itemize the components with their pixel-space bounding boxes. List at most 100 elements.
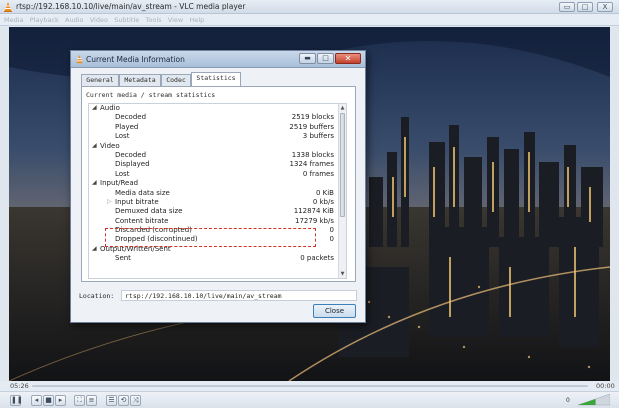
- tree-item-row[interactable]: Demuxed data size 112874 KiB: [89, 207, 340, 216]
- next-button[interactable]: ▸: [55, 395, 66, 406]
- fullscreen-button[interactable]: ⛶: [74, 395, 85, 406]
- menu-help[interactable]: Help: [189, 16, 204, 24]
- tree-row-label: Decoded: [115, 113, 147, 122]
- extended-settings-icon: ≡: [88, 396, 95, 404]
- tree-row-label: Lost: [115, 132, 130, 141]
- tree-row-label: Demuxed data size: [115, 207, 183, 216]
- tree-row-value: 17279 kb/s: [295, 216, 334, 225]
- remaining-time: 00:00: [596, 382, 615, 390]
- menu-video[interactable]: Video: [90, 16, 108, 24]
- location-field[interactable]: rtsp://192.168.10.10/live/main/av_stream: [121, 290, 357, 301]
- statistics-heading: Current media / stream statistics: [86, 91, 216, 99]
- tree-row-value: 1324 frames: [289, 160, 334, 169]
- tree-item-row[interactable]: ▷ Input bitrate 0 kb/s: [89, 198, 340, 207]
- expand-arrow-icon[interactable]: ◢: [92, 245, 97, 252]
- menu-view[interactable]: View: [168, 16, 183, 24]
- collapsed-arrow-icon[interactable]: ▷: [107, 198, 112, 205]
- tree-item-row[interactable]: Decoded 1338 blocks: [89, 151, 340, 160]
- menu-playback[interactable]: Playback: [30, 16, 59, 24]
- tree-row-value: 2519 blocks: [291, 113, 334, 122]
- tree-item-row[interactable]: Decoded 2519 blocks: [89, 113, 340, 122]
- expand-arrow-icon[interactable]: ◢: [92, 142, 97, 149]
- tree-row-value: 0 frames: [302, 169, 334, 178]
- control-bar: ❚❚ ◂ ■ ▸ ⛶ ≡ ☰ ⟲ ⤨ 0: [0, 391, 619, 408]
- playlist-button[interactable]: ☰: [106, 395, 117, 406]
- tab-metadata[interactable]: Metadata: [119, 74, 161, 86]
- stop-button[interactable]: ■: [43, 395, 54, 406]
- tree-group-row[interactable]: ◢ Input/Read: [89, 179, 340, 188]
- loop-button[interactable]: ⟲: [118, 395, 129, 406]
- tree-row-label: Media data size: [115, 188, 170, 197]
- tree-item-row[interactable]: Content bitrate 17279 kb/s: [89, 217, 340, 226]
- volume-percent: 0: [566, 397, 570, 404]
- dialog-title-bar: Current Media Information ▬ □ ✕: [71, 51, 365, 68]
- close-window-button[interactable]: X: [597, 2, 613, 12]
- tree-row-value: 0 kb/s: [312, 197, 334, 206]
- location-value: rtsp://192.168.10.10/live/main/av_stream: [125, 292, 282, 300]
- tree-row-value: 0 packets: [300, 254, 334, 263]
- pause-button[interactable]: ❚❚: [10, 395, 23, 406]
- menu-tools[interactable]: Tools: [146, 16, 162, 24]
- scroll-down-arrow-icon[interactable]: ▼: [339, 270, 346, 278]
- minimize-button[interactable]: ▭: [559, 2, 575, 12]
- tree-row-value: 0 KiB: [315, 188, 334, 197]
- tree-row-label: Audio: [100, 104, 120, 112]
- tree-row-label: Video: [100, 141, 120, 150]
- tree-row-value: 0: [329, 226, 334, 235]
- vlc-cone-icon: [4, 2, 12, 12]
- dialog-close-x-button[interactable]: ✕: [335, 53, 361, 64]
- tree-item-row[interactable]: Played 2519 buffers: [89, 123, 340, 132]
- tree-row-label: Input bitrate: [115, 197, 159, 206]
- previous-button[interactable]: ◂: [31, 395, 42, 406]
- location-label: Location:: [79, 292, 115, 300]
- previous-icon: ◂: [34, 396, 39, 404]
- title-bar: rtsp://192.168.10.10/live/main/av_stream…: [0, 0, 619, 14]
- tree-row-label: Sent: [115, 254, 131, 263]
- menu-media[interactable]: Media: [4, 16, 24, 24]
- tree-row-value: 3 buffers: [302, 132, 334, 141]
- tree-row-value: 112874 KiB: [293, 207, 334, 216]
- volume-slider[interactable]: [578, 394, 610, 406]
- seek-bar-area: 05:26 00:00: [0, 381, 619, 391]
- tree-row-label: Displayed: [115, 160, 150, 169]
- menu-audio[interactable]: Audio: [65, 16, 83, 24]
- window-title: rtsp://192.168.10.10/live/main/av_stream…: [16, 2, 246, 11]
- content-bitrate-highlight-box: [105, 228, 316, 247]
- stop-icon: ■: [45, 396, 52, 404]
- shuffle-icon: ⤨: [132, 396, 139, 404]
- tree-item-row[interactable]: Lost 3 buffers: [89, 132, 340, 141]
- tree-scrollbar[interactable]: ▲ ▼: [338, 104, 346, 278]
- playlist-icon: ☰: [108, 396, 115, 404]
- scroll-thumb[interactable]: [340, 113, 345, 217]
- tree-row-value: 1338 blocks: [291, 150, 334, 159]
- statistics-pane: Current media / stream statistics ◢ Audio…: [81, 86, 356, 282]
- tree-group-row[interactable]: ◢ Audio: [89, 104, 340, 113]
- statistics-tree[interactable]: ◢ Audio Decoded 2519 blocks Played 2519 buffe…: [88, 103, 347, 279]
- maximize-button[interactable]: □: [577, 2, 593, 12]
- tab-general[interactable]: General: [81, 74, 119, 86]
- extended-settings-button[interactable]: ≡: [86, 395, 97, 406]
- expand-arrow-icon[interactable]: ◢: [92, 179, 97, 186]
- tree-row-label: Played: [115, 122, 139, 131]
- close-button[interactable]: Close: [313, 304, 356, 318]
- shuffle-button[interactable]: ⤨: [130, 395, 141, 406]
- tree-row-value: 2519 buffers: [289, 122, 334, 131]
- elapsed-time: 05:26: [10, 382, 29, 390]
- tree-row-label: Content bitrate: [115, 216, 169, 225]
- tab-statistics[interactable]: Statistics: [191, 72, 241, 86]
- scroll-up-arrow-icon[interactable]: ▲: [339, 104, 346, 112]
- tree-row-label: Lost: [115, 169, 130, 178]
- loop-icon: ⟲: [120, 396, 127, 404]
- tree-item-row[interactable]: Displayed 1324 frames: [89, 160, 340, 169]
- tree-item-row[interactable]: Lost 0 frames: [89, 170, 340, 179]
- dialog-maximize-button[interactable]: □: [317, 53, 334, 64]
- seek-slider[interactable]: [32, 385, 588, 387]
- tree-item-row[interactable]: Sent 0 packets: [89, 254, 340, 263]
- expand-arrow-icon[interactable]: ◢: [92, 104, 97, 111]
- tree-group-row[interactable]: ◢ Video: [89, 142, 340, 151]
- tree-item-row[interactable]: Media data size 0 KiB: [89, 189, 340, 198]
- fullscreen-icon: ⛶: [77, 396, 82, 404]
- menu-subtitle[interactable]: Subtitle: [114, 16, 139, 24]
- tab-codec[interactable]: Codec: [161, 74, 191, 86]
- dialog-minimize-button[interactable]: ▬: [299, 53, 316, 64]
